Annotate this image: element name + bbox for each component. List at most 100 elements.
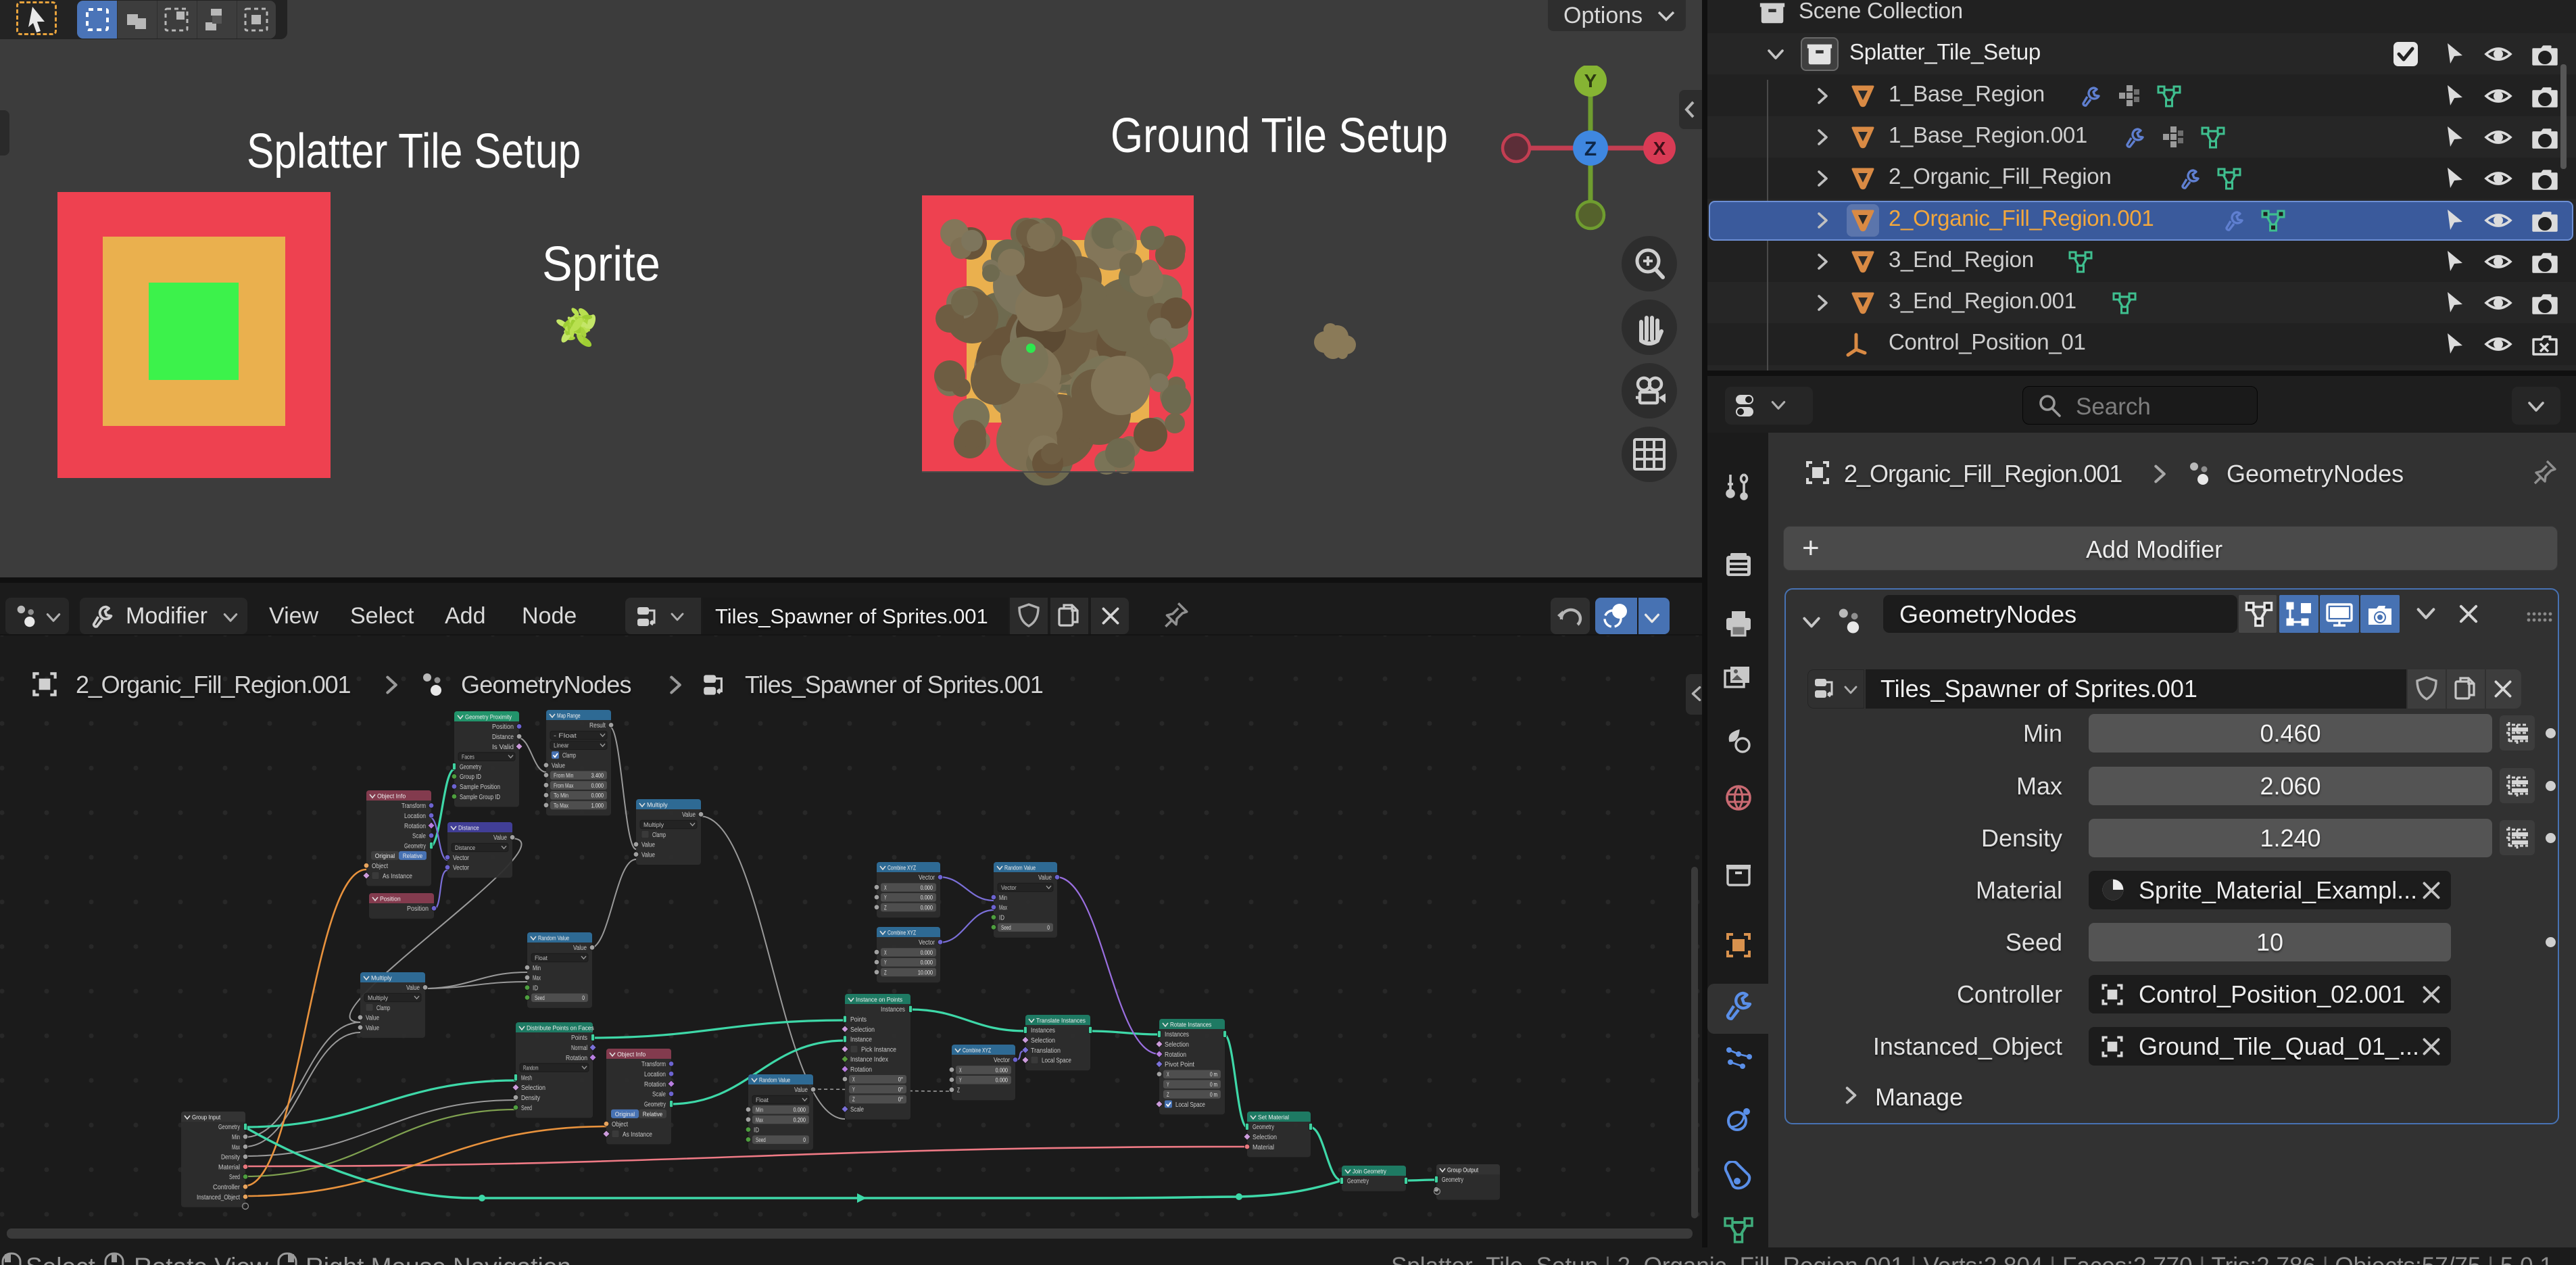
svg-text:0.000: 0.000 [921,959,933,966]
svg-text:Local Space: Local Space [1175,1101,1205,1109]
svg-text:Value: Value [573,945,587,952]
svg-text:To Max: To Max [554,802,568,809]
svg-text:Max: Max [533,975,541,982]
svg-text:Rotation: Rotation [850,1066,872,1074]
svg-text:Material: Material [1253,1144,1274,1151]
svg-text:X: X [884,884,887,891]
svg-text:0.000: 0.000 [794,1107,806,1114]
svg-text:Rotation: Rotation [644,1081,666,1089]
svg-text:0: 0 [803,1137,806,1143]
svg-text:Density: Density [221,1154,240,1162]
svg-text:Selection: Selection [850,1026,875,1034]
svg-text:Points: Points [850,1016,867,1024]
svg-text:1.000: 1.000 [591,802,604,809]
svg-text:Value: Value [1038,874,1052,882]
svg-text:0.200: 0.200 [794,1116,806,1123]
svg-text:Sample Position: Sample Position [460,784,500,791]
svg-text:Rotation: Rotation [1165,1051,1186,1059]
svg-text:Sample Group ID: Sample Group ID [460,794,500,801]
svg-text:Rotate Instances: Rotate Instances [1170,1022,1212,1029]
svg-text:Position: Position [407,905,429,913]
svg-text:Z: Z [1167,1091,1169,1098]
svg-text:Instance: Instance [850,1036,872,1044]
svg-text:Value: Value [641,842,655,849]
svg-text:Selection: Selection [1031,1037,1055,1045]
svg-text:Position: Position [380,896,401,903]
svg-text:0.000: 0.000 [996,1067,1008,1074]
svg-text:Value: Value [493,834,507,842]
svg-text:Geometry: Geometry [460,763,481,771]
svg-text:Multiply: Multiply [643,821,664,828]
svg-text:Vector: Vector [994,1057,1011,1064]
svg-text:X: X [1653,138,1666,159]
svg-text:Value: Value [682,811,696,819]
svg-text:Seed: Seed [229,1174,240,1181]
svg-text:Min: Min [232,1134,240,1141]
svg-text:Material: Material [218,1164,240,1171]
svg-text:Selection: Selection [1253,1134,1277,1141]
svg-text:Combine XYZ: Combine XYZ [888,930,916,937]
svg-text:Y: Y [884,959,887,966]
svg-text:Max: Max [232,1144,240,1151]
svg-text:Geometry: Geometry [1253,1124,1274,1131]
svg-text:To Min: To Min [554,792,568,799]
svg-text:From Min: From Min [554,772,573,779]
svg-text:0 m: 0 m [1210,1081,1217,1088]
svg-text:Value: Value [366,1024,379,1032]
svg-text:Clamp: Clamp [376,1005,390,1012]
svg-text:Z: Z [1584,138,1597,160]
svg-text:0.000: 0.000 [921,949,933,956]
svg-text:Original: Original [615,1111,635,1118]
svg-text:0°: 0° [898,1086,904,1093]
svg-text:0.000: 0.000 [591,792,604,799]
svg-text:X: X [1167,1071,1169,1078]
svg-text:Set Material: Set Material [1258,1114,1289,1122]
svg-text:Relative: Relative [403,853,422,859]
svg-text:Object: Object [612,1121,628,1128]
svg-text:Scale: Scale [652,1091,666,1099]
svg-text:3.400: 3.400 [591,772,604,779]
svg-text:Object Info: Object Info [377,793,406,801]
svg-text:Normal: Normal [571,1045,587,1052]
svg-text:Min: Min [756,1107,763,1114]
svg-text:Max: Max [756,1116,763,1123]
svg-text:Y: Y [884,894,887,901]
svg-text:0.000: 0.000 [921,884,933,891]
svg-text:- Float: - Float [554,732,577,739]
svg-text:Rotation: Rotation [404,823,426,830]
svg-text:ID: ID [533,984,538,992]
svg-text:Y: Y [852,1086,855,1093]
svg-text:Value: Value [406,984,420,992]
svg-text:As Instance: As Instance [383,873,412,880]
svg-text:Min: Min [999,894,1007,902]
svg-text:Vector: Vector [919,939,935,947]
svg-text:Value: Value [794,1087,808,1094]
svg-text:Float: Float [756,1096,769,1103]
svg-text:Location: Location [644,1071,666,1078]
svg-text:Min: Min [533,965,541,972]
svg-text:Location: Location [404,813,426,820]
svg-text:Y: Y [1167,1081,1169,1088]
svg-text:Result: Result [589,722,606,730]
svg-text:Float: Float [535,954,548,961]
svg-text:0.000: 0.000 [921,894,933,901]
svg-text:Distance: Distance [455,844,475,851]
svg-text:Pivot Point: Pivot Point [1165,1061,1194,1069]
svg-text:Controller: Controller [213,1184,241,1191]
svg-text:10.000: 10.000 [918,969,933,976]
svg-text:Random Value: Random Value [1004,865,1036,872]
svg-text:0: 0 [1047,924,1050,931]
svg-text:0.000: 0.000 [996,1077,1008,1084]
svg-text:Z: Z [884,904,887,911]
svg-text:Object: Object [372,863,388,870]
svg-text:Y: Y [959,1077,962,1084]
svg-text:Scale: Scale [850,1106,864,1114]
svg-text:Instance on Points: Instance on Points [856,997,902,1004]
svg-text:Geometry Proximity: Geometry Proximity [465,714,512,721]
svg-text:Selection: Selection [521,1084,545,1092]
svg-text:Geometry: Geometry [1347,1178,1369,1185]
svg-text:Instance Index: Instance Index [850,1056,888,1064]
svg-text:Distribute Points on Faces: Distribute Points on Faces [527,1025,594,1032]
svg-text:Points: Points [571,1034,587,1042]
svg-text:Clamp: Clamp [562,753,576,760]
